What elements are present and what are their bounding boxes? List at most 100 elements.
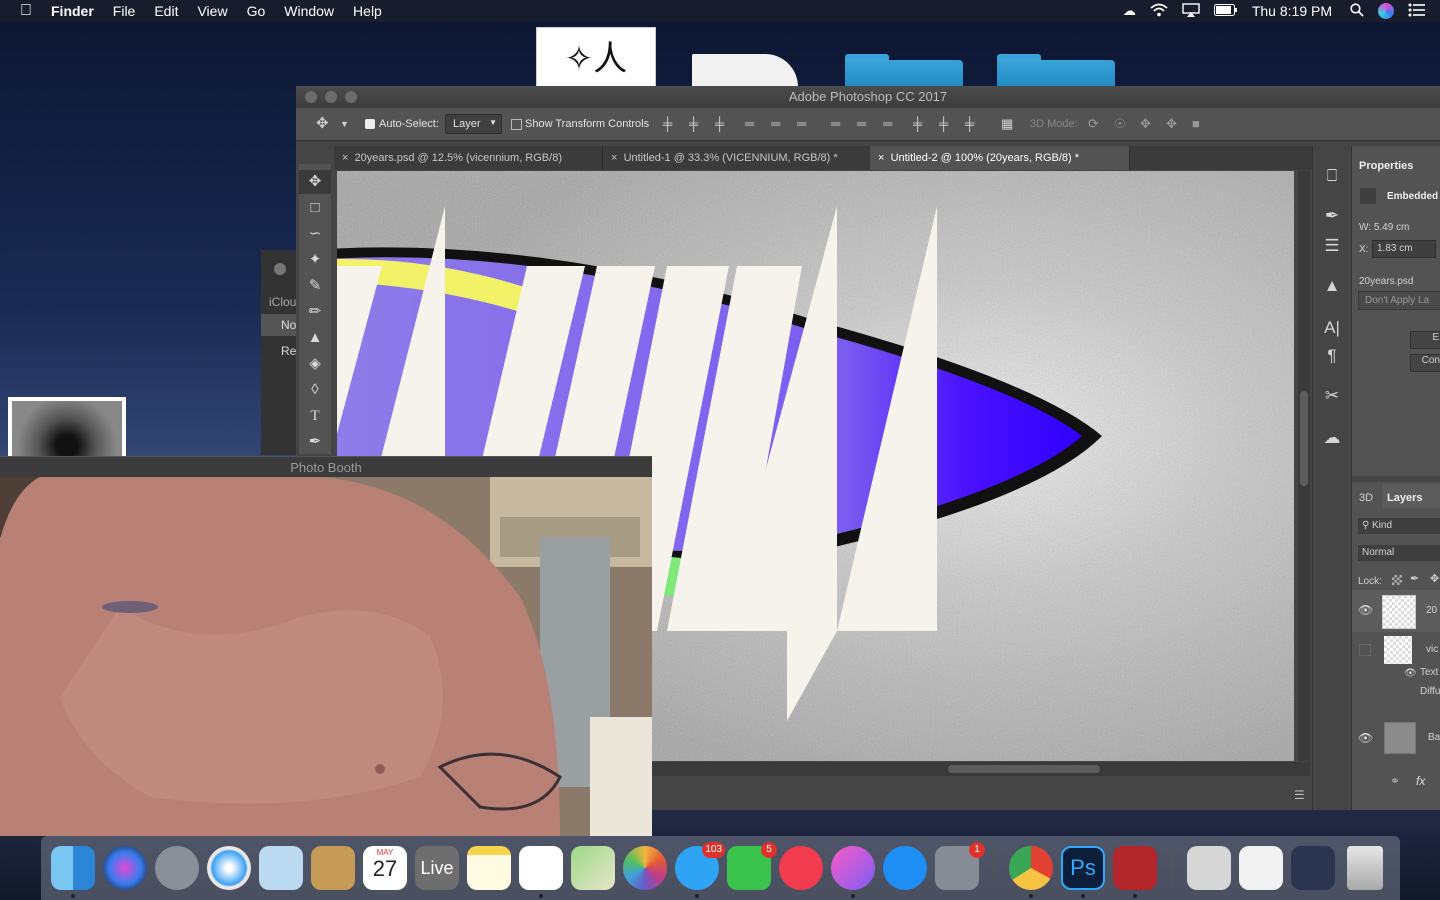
3d-pan-icon[interactable]: ✥ [1140,116,1151,132]
photos-icon[interactable] [623,846,667,890]
align-left-icon[interactable]: ═ [745,116,754,131]
chevron-down-icon[interactable]: ▼ [340,119,349,129]
lock-move-icon[interactable]: ✥ [1430,572,1439,585]
eye-icon[interactable]: 👁 [1404,668,1417,679]
adjustments-icon[interactable]: ☰ [1313,236,1351,256]
menu-file[interactable]: File [113,3,136,19]
calendar-icon[interactable]: MAY 27 [363,846,407,890]
align-right-icon[interactable]: ═ [797,116,806,131]
maps-icon[interactable] [571,846,615,890]
align-top-icon[interactable]: ╪ [663,116,672,131]
tab-untitled-1[interactable]: × Untitled-1 @ 33.3% (VICENNIUM, RGB/8) … [603,146,877,170]
layer-row[interactable]: 👁 20 [1352,590,1440,632]
distribute-bottom-icon[interactable]: ═ [883,116,892,131]
close-icon[interactable]: × [878,152,884,164]
messages-icon[interactable]: 103 [675,842,725,890]
dont-apply-field[interactable]: Don't Apply La [1358,291,1440,310]
horizontal-scrollbar[interactable] [652,762,1310,776]
stamp-tool-icon[interactable]: ▲ [299,326,331,350]
contacts-icon[interactable] [311,846,355,890]
sidebar-item-label[interactable]: Re [281,344,296,358]
lock-transparent-icon[interactable] [1392,575,1402,585]
menu-go[interactable]: Go [247,3,266,19]
effect-label[interactable]: Text [1420,667,1438,678]
brush-presets-icon[interactable]: ✒ [1313,206,1351,226]
desktop-image-icon[interactable]: ✧人 [536,27,656,89]
move-tool-icon[interactable]: ✥ [316,114,329,132]
x-field[interactable]: 1.83 cm [1372,240,1436,258]
menu-app-name[interactable]: Finder [51,3,94,19]
ableton-live-icon[interactable]: Live [415,846,459,890]
show-transform-checkbox[interactable] [511,119,522,130]
align-vcenter-icon[interactable]: ╪ [689,116,698,131]
move-tool-icon[interactable]: ✥ [299,170,331,194]
layer-row[interactable]: 👁 Ba [1352,718,1440,758]
tab-20years[interactable]: × 20years.psd @ 12.5% (vicennium, RGB/8) [334,146,603,170]
battery-icon[interactable] [1213,3,1238,19]
apple-menu-icon[interactable]:  [20,2,32,20]
auto-align-icon[interactable]: ▦ [1001,116,1013,132]
align-bottom-icon[interactable]: ╪ [715,116,724,131]
safari-icon[interactable] [207,846,251,890]
history-icon[interactable]: ⎕ [1313,166,1351,186]
vertical-scrollbar[interactable] [1298,171,1310,761]
properties-title[interactable]: Properties [1359,160,1413,172]
wifi-icon[interactable] [1150,3,1168,20]
convert-button[interactable]: Con [1410,354,1440,372]
photoshop-icon[interactable]: Ps [1061,846,1105,890]
finder-icon[interactable] [51,846,95,890]
itunes-icon[interactable] [831,846,875,890]
blend-mode-select[interactable]: Normal [1358,545,1440,561]
siri-icon[interactable] [1378,3,1394,19]
layer-name[interactable]: Ba [1428,732,1440,743]
align-hcenter-icon[interactable]: ═ [771,116,780,131]
siri-icon[interactable] [103,846,147,890]
downloads-stack-icon[interactable] [1187,846,1231,890]
scroll-thumb[interactable] [948,765,1100,773]
app-store-icon[interactable] [883,846,927,890]
facetime-icon[interactable]: 5 [727,842,777,890]
preview-icon[interactable] [259,846,303,890]
auto-select-checkbox[interactable] [365,119,375,129]
close-button[interactable] [274,263,286,275]
lock-paint-icon[interactable]: ✒ [1410,572,1419,585]
menu-window[interactable]: Window [284,3,334,19]
window-thumbnail-icon[interactable] [1291,846,1335,890]
layer-row[interactable]: vic [1352,632,1440,668]
close-button[interactable] [305,91,317,103]
camera-preview[interactable] [0,477,652,836]
tab-layers[interactable]: Layers [1382,484,1440,508]
character-icon[interactable]: A| [1313,318,1351,338]
news-icon[interactable] [779,846,823,890]
auto-select-dropdown[interactable]: Layer ▼ [445,114,502,134]
spotlight-icon[interactable] [1350,2,1364,20]
chrome-icon[interactable] [1009,846,1053,890]
tools-icon[interactable]: ✂ [1313,386,1351,406]
distribute-left-icon[interactable]: ╪ [913,116,922,131]
type-tool-icon[interactable]: T [299,404,331,428]
3d-roll-icon[interactable]: ☉ [1114,116,1126,132]
distribute-right-icon[interactable]: ╪ [965,116,974,131]
zoom-button[interactable] [345,91,357,103]
3d-slide-icon[interactable]: ✥ [1166,116,1177,132]
distribute-vcenter-icon[interactable]: ═ [857,116,866,131]
libraries-icon[interactable]: ☁ [1313,428,1351,448]
marquee-tool-icon[interactable]: □ [299,196,331,220]
3d-orbit-icon[interactable]: ⟳ [1088,116,1099,132]
link-layers-icon[interactable]: ⚭ [1390,774,1400,788]
desktop-document-icon[interactable] [692,54,798,87]
paragraph-icon[interactable]: ¶ [1313,346,1351,366]
clone-source-icon[interactable]: ▲ [1313,276,1351,296]
3d-scale-icon[interactable]: ■ [1192,116,1200,131]
system-preferences-icon[interactable]: 1 [935,842,985,890]
kind-filter[interactable]: ⚲ Kind [1358,518,1440,534]
desktop-photo-icon[interactable] [8,397,126,457]
tab-untitled-2[interactable]: × Untitled-2 @ 100% (20years, RGB/8) * [870,146,1130,170]
scroll-thumb[interactable] [1300,391,1308,486]
eyedropper-tool-icon[interactable]: ✎ [299,274,331,298]
fx-icon[interactable]: fx [1416,774,1425,788]
paint-bucket-tool-icon[interactable]: ◊ [299,378,331,402]
magic-wand-tool-icon[interactable]: ✦ [299,248,331,272]
launchpad-icon[interactable] [155,846,199,890]
tab-3d[interactable]: 3D [1359,492,1373,504]
